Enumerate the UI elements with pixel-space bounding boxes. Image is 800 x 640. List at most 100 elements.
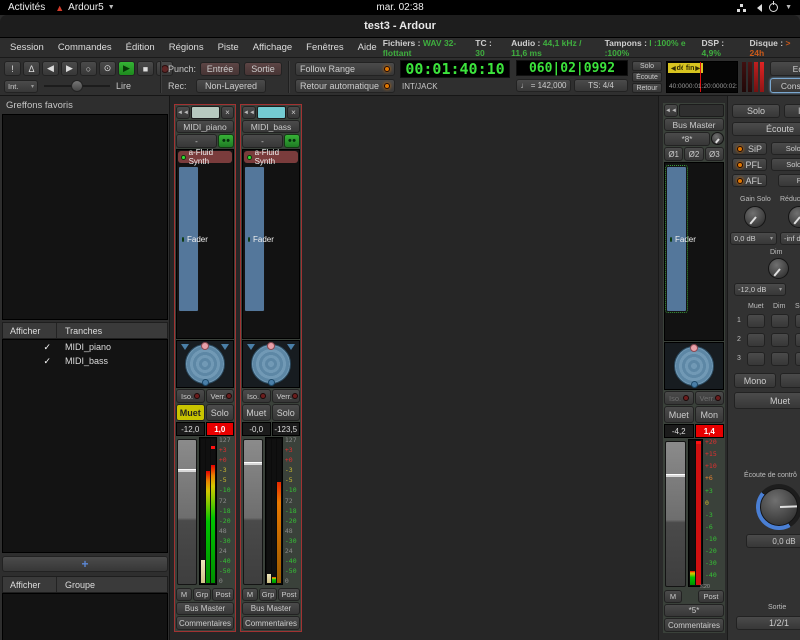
- peak-display[interactable]: -123,5: [271, 422, 300, 436]
- monitor-level-knob[interactable]: [760, 488, 798, 526]
- ch3-dim-button[interactable]: [771, 352, 789, 366]
- processors-button[interactable]: Proc: [778, 174, 800, 187]
- group-button[interactable]: Grp: [259, 588, 277, 601]
- midi-input-icon[interactable]: [218, 134, 234, 148]
- mute-button[interactable]: Muet: [664, 406, 694, 423]
- menu-piste[interactable]: Piste: [212, 40, 245, 55]
- punch-indicator-button[interactable]: !: [4, 61, 21, 76]
- output-button[interactable]: *5*: [664, 604, 724, 617]
- strip-color-bar[interactable]: [191, 106, 220, 119]
- follow-range-button[interactable]: Follow Range: [295, 62, 395, 76]
- solo-cut-knob[interactable]: [788, 206, 800, 228]
- feedback-indicator-button[interactable]: Retour: [632, 83, 662, 93]
- mute-button[interactable]: Muet: [242, 404, 271, 421]
- sync-source-select[interactable]: Int.: [4, 79, 38, 93]
- monitor-button[interactable]: Mon: [694, 406, 724, 423]
- mini-timeline[interactable]: début fin 40:00 00:01:20:00 00:02:00:00 …: [666, 61, 738, 93]
- strip-name-button[interactable]: MIDI_bass: [242, 120, 300, 133]
- processor-fader[interactable]: Fader: [244, 166, 274, 312]
- play-button[interactable]: ▶: [118, 61, 135, 76]
- panner[interactable]: [176, 340, 234, 388]
- meter-position-button[interactable]: Post: [212, 588, 234, 601]
- meter-position-button[interactable]: Post: [698, 590, 724, 603]
- window-title-bar[interactable]: test3 - Ardour: [0, 15, 800, 38]
- monitor-iso-button[interactable]: Iso: [784, 104, 800, 118]
- monitor-output-button[interactable]: 1/2/1: [736, 616, 800, 630]
- ch3-solo-button[interactable]: [795, 352, 800, 366]
- strip-name-button[interactable]: MIDI_piano: [176, 120, 234, 133]
- menu-edition[interactable]: Édition: [120, 40, 161, 55]
- ch2-dim-button[interactable]: [771, 333, 789, 347]
- gain-fader[interactable]: [243, 439, 263, 585]
- shuttle-mode-label[interactable]: Lire: [116, 81, 131, 91]
- activities-button[interactable]: Activités: [8, 2, 45, 13]
- pan-ball[interactable]: [185, 342, 225, 386]
- shuttle-handle[interactable]: [71, 80, 83, 92]
- tempo-button[interactable]: ♩ = 142,000: [516, 79, 571, 92]
- monitor-level-value[interactable]: 0,0 dB: [746, 534, 800, 548]
- system-tray[interactable]: ▼: [424, 1, 800, 12]
- solo-isolate-button[interactable]: Iso.: [242, 389, 271, 403]
- processor-fader[interactable]: Fader: [178, 166, 208, 312]
- mixer-strip-midi-bass[interactable]: ◄◄ × MIDI_bass - a-Fluid Synth Fader Iso…: [240, 104, 302, 632]
- rec-mode-button[interactable]: Non-Layered: [196, 79, 266, 93]
- processor-led[interactable]: [670, 236, 672, 242]
- gain-fader[interactable]: [177, 439, 197, 585]
- ch2-mute-button[interactable]: [747, 333, 765, 347]
- pan-handle-bottom[interactable]: [267, 379, 275, 386]
- processor-led[interactable]: [182, 236, 184, 242]
- pan-ball[interactable]: [251, 342, 291, 386]
- tab-mixer[interactable]: Console d: [770, 78, 800, 93]
- pan-ball[interactable]: [674, 344, 714, 388]
- groups-list[interactable]: [2, 593, 168, 640]
- auto-return-button[interactable]: Retour automatique: [295, 79, 395, 93]
- trim-knob[interactable]: [711, 132, 724, 145]
- listen-indicator-button[interactable]: Écoute: [632, 72, 662, 82]
- punch-in-button[interactable]: Entrée: [200, 62, 240, 76]
- processor-a-fluid-synth[interactable]: a-Fluid Synth: [178, 148, 232, 166]
- mute-all-button[interactable]: Muet: [734, 392, 800, 409]
- solo-mute-button[interactable]: Solo » M: [771, 158, 800, 171]
- strip-color-bar[interactable]: [679, 104, 724, 117]
- show-column-header[interactable]: Afficher: [3, 323, 57, 338]
- metering-point-button[interactable]: M: [242, 588, 258, 601]
- phase-invert-1-button[interactable]: Ø1: [664, 147, 684, 161]
- phase-invert-3-button[interactable]: Ø3: [704, 147, 724, 161]
- tracks-list[interactable]: ✓ MIDI_piano ✓ MIDI_bass: [2, 339, 168, 553]
- pan-handle-top[interactable]: [267, 342, 275, 350]
- ch1-solo-button[interactable]: [795, 314, 800, 328]
- tracks-list-header[interactable]: Afficher Tranches: [2, 322, 168, 339]
- goto-end-button[interactable]: ▶: [61, 61, 78, 76]
- menu-commandes[interactable]: Commandes: [52, 40, 118, 55]
- processor-led[interactable]: [247, 154, 252, 160]
- menu-regions[interactable]: Régions: [163, 40, 210, 55]
- dim-level-value[interactable]: -12,0 dB: [734, 283, 786, 296]
- solo-lock-button[interactable]: Verr.: [271, 389, 300, 403]
- monitor-listen-button[interactable]: Écoute: [732, 122, 800, 136]
- groups-column-header[interactable]: Groupe: [57, 577, 167, 592]
- processor-box[interactable]: a-Fluid Synth Fader: [176, 148, 234, 339]
- dim-all-button[interactable]: D: [780, 373, 800, 388]
- strip-input-button[interactable]: *8*: [664, 132, 710, 146]
- panner[interactable]: [664, 342, 724, 390]
- strip-close-button[interactable]: ×: [287, 106, 300, 119]
- track-row-midi-bass[interactable]: ✓ MIDI_bass: [3, 354, 167, 368]
- track-visible-checkbox[interactable]: ✓: [3, 356, 57, 367]
- pan-handle-top[interactable]: [690, 344, 698, 352]
- strip-color-bar[interactable]: [257, 106, 286, 119]
- level-meter[interactable]: [264, 437, 283, 585]
- punch-out-button[interactable]: Sortie: [244, 62, 282, 76]
- gain-display[interactable]: -0,0: [242, 422, 271, 436]
- solo-isolate-button[interactable]: Iso.: [664, 391, 694, 405]
- strip-input-button[interactable]: -: [242, 134, 283, 148]
- favorite-plugins-list[interactable]: [2, 114, 168, 320]
- group-button[interactable]: Grp: [193, 588, 211, 601]
- menu-fenetres[interactable]: Fenêtres: [300, 40, 350, 55]
- strip-width-button[interactable]: ◄◄: [242, 106, 256, 119]
- sip-button[interactable]: SiP: [732, 142, 767, 155]
- processor-a-fluid-synth[interactable]: a-Fluid Synth: [244, 148, 298, 166]
- phase-invert-2-button[interactable]: Ø2: [684, 147, 704, 161]
- app-menu[interactable]: ▲ Ardour5 ▼: [55, 2, 114, 13]
- gnome-clock[interactable]: mar. 02:38: [376, 2, 423, 13]
- menu-session[interactable]: Session: [4, 40, 50, 55]
